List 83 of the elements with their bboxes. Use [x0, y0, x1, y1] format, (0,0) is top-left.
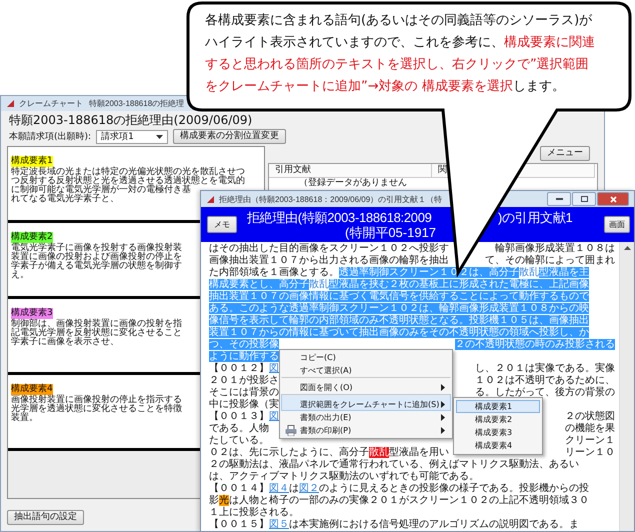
printer-icon	[285, 425, 297, 436]
text-line: の機能を果	[565, 423, 615, 435]
scroll-up-icon	[624, 246, 630, 250]
text-line: たしている。	[209, 435, 269, 446]
menu-item[interactable]: 書類の出力(E)	[281, 411, 451, 424]
element-text-line: 制御部は、画像投射装置に画像の投射を指	[11, 319, 182, 328]
element-text-line: 装置。	[11, 413, 38, 422]
close-icon	[610, 196, 616, 202]
text-line: 【００１５】図５ は本実施例における信号処理のアルゴリズムの説明図である。ま	[209, 519, 579, 531]
app-icon	[6, 99, 15, 108]
text-line: はその抽出した目的画像をスクリーン１０２へ投影す	[209, 243, 449, 254]
text-line: 画像抽出装置１０７から出力される画像の輪郭を抽出	[209, 255, 449, 266]
window-title: 拒絶理由（特願2003-188618：2009/06/09）の引用文献１（特	[219, 194, 442, 204]
menu-item[interactable]: 選択範囲をクレームチャートに追加(S)	[281, 394, 451, 411]
text-line: ２の状態図	[565, 411, 615, 422]
element-text-line: 特定波長域の光または特定の光偏光状態の光を散乱させつ	[11, 167, 245, 176]
element-text-line: 光学層を透過状態に変化させることを特徴	[11, 404, 182, 413]
text-line: 中に投影像（実	[209, 399, 279, 410]
text-line: 影光は人物と椅子の一部のみの実像２０１がスクリーン１０２の上記不透明領域３０	[209, 495, 589, 506]
maximize-button[interactable]	[572, 192, 596, 206]
menu-button[interactable]: メニュー	[540, 146, 590, 161]
element-text-line: え。	[11, 270, 29, 279]
text-line: ２０１が投影さ	[209, 375, 279, 386]
text-line: 【００１３】図	[209, 411, 279, 423]
split-position-button[interactable]: 構成要素の分割位置変更	[173, 129, 286, 144]
menu-item[interactable]: 書類の印刷(P)	[281, 424, 451, 437]
callout-text: 各構成要素に含まれる語句(あるいはその同義語等のシソーラス)がハイライト表示されていますので、これを参考に、構成要素に関連すると思われる箇所のテキストを選択し、右クリックで”選択範囲をクレームチャートに追加”→対象の 構成要素を選択 します。	[205, 12, 596, 96]
text-line: る。したがって、後方の背景の	[475, 387, 615, 399]
element-text-line: 装置に画像の投射および画像投射の停止を	[11, 252, 182, 261]
element-text-line: に制御可能な電気光学層が一対の電極付き基	[11, 185, 191, 194]
text-line: １上に投影される。	[209, 507, 299, 518]
minimize-button[interactable]	[547, 192, 571, 206]
extract-terms-button[interactable]: 抽出語句の設定	[7, 510, 84, 525]
text-line: て、その輪郭によって囲まれ	[485, 255, 615, 267]
element-text-line: つ反射する反射状態と光を透過させる透過状態とを電気的	[11, 176, 245, 185]
element-label: 構成要素4	[11, 384, 53, 395]
caret-icon	[156, 134, 164, 138]
element-text-line: 学素子に画像を表示させ、	[11, 337, 119, 346]
maximize-icon	[580, 196, 588, 202]
text-line: し、２０１は実像である。実像	[475, 363, 615, 374]
document-title: 拒絶理由(特願2003-188618:2009	[247, 210, 433, 224]
minimize-icon	[556, 198, 562, 200]
element-text-line: 画像投射装置に画像投射の停止を指示する	[11, 395, 182, 404]
window-title: クレームチャート	[19, 98, 83, 109]
document-title: )の引用文献1	[498, 210, 572, 224]
text-line: 輪郭画像形成装置１０８は	[495, 243, 615, 254]
menu-item[interactable]: 構成要素4	[456, 439, 540, 452]
memo-button[interactable]: メモ	[207, 216, 237, 233]
element-text-line: れてなる電気光学素子と、	[11, 194, 119, 203]
element-text-line: 学素子が備える電気光学層の状態を制御す	[11, 261, 182, 270]
submenu-arrow-icon	[441, 384, 445, 390]
menu-item[interactable]: すべて選択(A)	[281, 364, 451, 377]
menu-item[interactable]: 構成要素1	[456, 400, 540, 413]
menu-item[interactable]: 構成要素2	[456, 413, 540, 426]
text-line: 【００１２】図	[209, 363, 279, 374]
text-line: リーン１０	[565, 447, 615, 459]
text-line: ０２は、先に示したように、高分子散乱型液晶を用い	[209, 447, 449, 458]
text-line: そこには背景の	[209, 387, 279, 398]
text-line: である。人物	[209, 423, 269, 435]
claim-dropdown[interactable]: 請求項1	[96, 130, 168, 144]
element-label: 構成要素3	[11, 308, 53, 319]
menu-item[interactable]: 構成要素3	[456, 426, 540, 439]
app-icon	[206, 194, 215, 204]
text-line: 構成要素とし、高分子散乱型液晶を挟む２枚の基板上に形成された電極に、上記画像	[209, 279, 589, 291]
document-number: (特開平05-1917	[345, 224, 436, 240]
text-line: ２の駆動法は、液晶パネルで通常行われている、例えばマトリクス駆動法、あるい	[209, 459, 579, 470]
text-line: １０２は不透明であるために、	[475, 375, 615, 386]
claim-label: 本願請求項(出願時):	[9, 130, 92, 143]
text-line: 【００１４】図４ は図２ のように見えるときの投影像の様子である。投影機からの投	[209, 483, 589, 494]
window-title-detail: 特願2003-188618の拒絶理	[89, 98, 184, 109]
text-line: た内部領域を１画像とする。透過率制御スクリーン１０２は、高分子散乱型液晶を主	[209, 267, 589, 279]
element-text-line: 電気光学素子に画像を投射する画像投射装	[11, 243, 182, 252]
scrollbar[interactable]	[619, 242, 634, 531]
close-button[interactable]	[597, 192, 629, 206]
column-header: 引用文献	[269, 164, 432, 178]
element-label: 構成要素1	[11, 156, 53, 167]
text-line: は、アクティブマトリクス駆動法のいずれでも可能である。	[209, 471, 479, 482]
text-line: クリーン１	[565, 435, 615, 447]
screen-button[interactable]: 画面	[604, 216, 630, 233]
element-text-line: 記電気光学層を反射状態に変化させること	[11, 328, 182, 337]
menu-item[interactable]: コピー(C)	[281, 351, 451, 364]
element-label: 構成要素2	[11, 232, 53, 243]
table-cell-text: （登録データがありません	[298, 178, 408, 188]
